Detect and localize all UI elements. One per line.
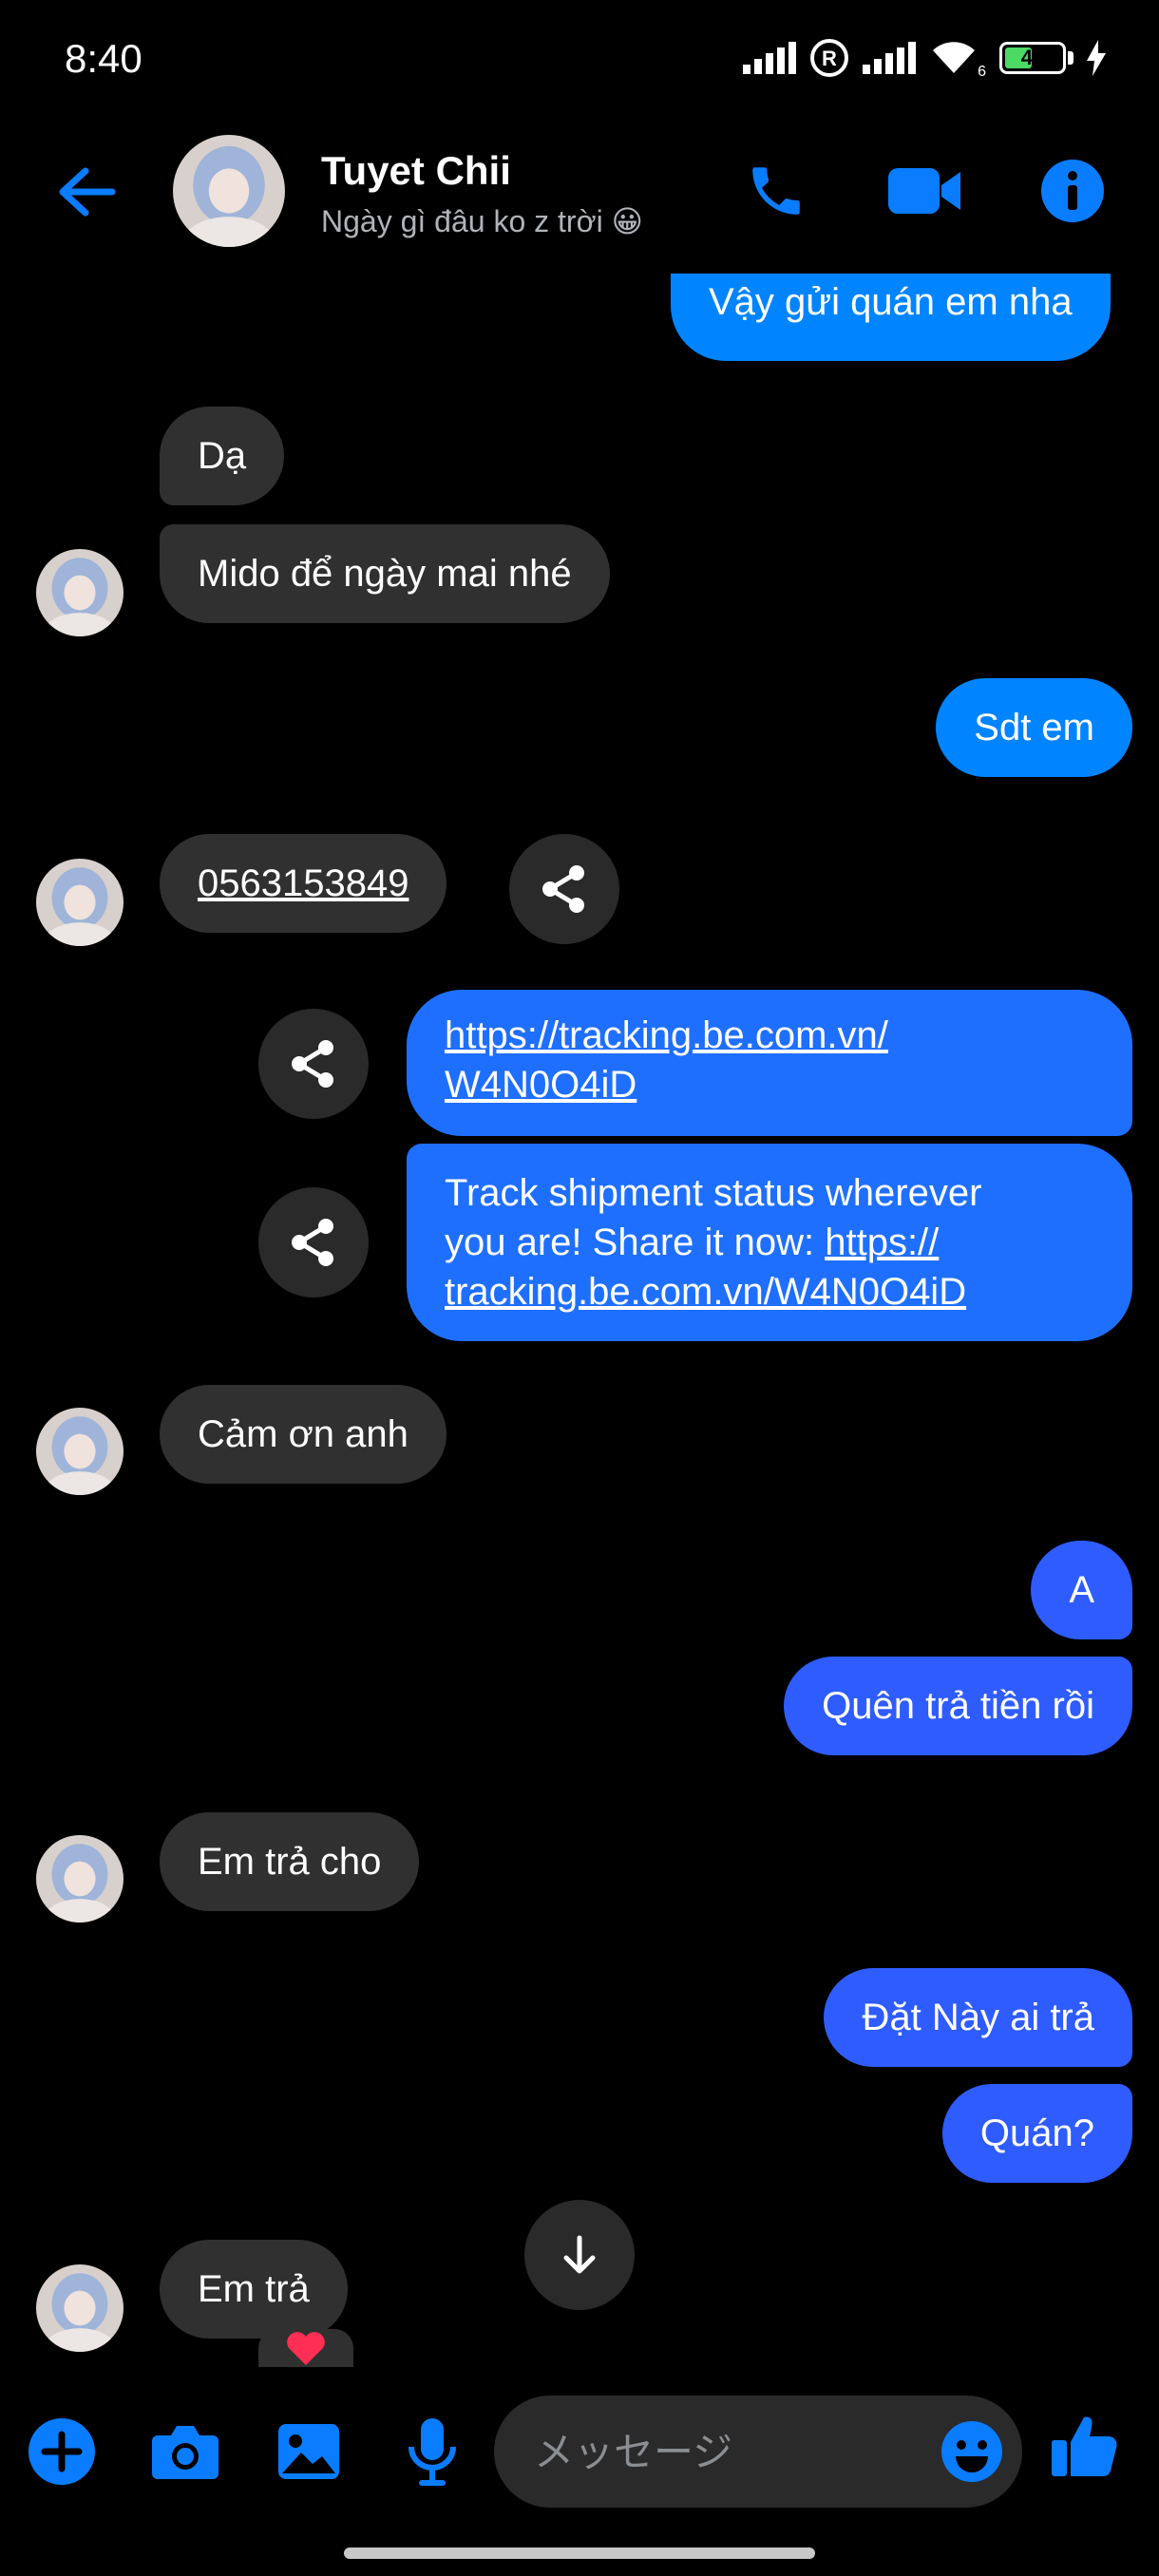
wifi-icon: 6 bbox=[929, 39, 986, 80]
phone-icon bbox=[752, 167, 800, 215]
info-icon bbox=[1041, 160, 1104, 222]
share-icon bbox=[292, 1219, 333, 1266]
share-icon bbox=[292, 1040, 333, 1088]
signal-icon bbox=[743, 42, 796, 74]
message-bubble-incoming[interactable]: Em trả cho bbox=[160, 1812, 420, 1911]
sender-avatar[interactable] bbox=[36, 549, 124, 636]
message-bubble-outgoing[interactable]: Sdt em bbox=[936, 678, 1132, 777]
status-time: 8:40 bbox=[65, 36, 142, 81]
gallery-button[interactable] bbox=[266, 2409, 352, 2494]
plus-icon bbox=[28, 2418, 95, 2485]
tracking-link-cont[interactable]: tracking.be.com.vn/W4N0O4iD bbox=[445, 1267, 1094, 1316]
contact-status: Ngày gì đâu ko z trời 😀 bbox=[321, 204, 643, 238]
signal-icon-2 bbox=[863, 42, 916, 74]
info-button[interactable] bbox=[1030, 148, 1115, 234]
like-button[interactable] bbox=[1041, 2403, 1127, 2489]
back-button[interactable] bbox=[48, 154, 124, 230]
message-bubble-outgoing[interactable]: https://tracking.be.com.vn/ W4N0O4iD bbox=[407, 990, 1132, 1136]
back-arrow-icon bbox=[59, 167, 116, 217]
charging-icon bbox=[1087, 40, 1106, 76]
contact-avatar[interactable] bbox=[173, 135, 285, 247]
message-bubble-incoming[interactable]: Dạ bbox=[160, 407, 285, 505]
message-bubble-outgoing[interactable]: Đặt Này ai trả bbox=[824, 1968, 1132, 2067]
status-icons: R 6 46 bbox=[743, 38, 1106, 80]
emoji-button[interactable] bbox=[929, 2409, 1015, 2494]
svg-text:R: R bbox=[822, 47, 837, 70]
message-bubble-incoming[interactable]: Em trả bbox=[160, 2240, 348, 2339]
arrow-down-icon bbox=[563, 2235, 596, 2274]
thumbs-up-icon bbox=[1052, 2416, 1117, 2476]
message-bubble-outgoing[interactable]: Quán? bbox=[941, 2084, 1132, 2183]
share-button[interactable] bbox=[258, 1187, 369, 1297]
share-button[interactable] bbox=[509, 834, 619, 944]
share-button[interactable] bbox=[258, 1009, 369, 1119]
emoji-icon bbox=[941, 2421, 1002, 2482]
scroll-to-bottom-button[interactable] bbox=[524, 2200, 635, 2310]
roaming-icon: R bbox=[810, 39, 848, 77]
message-bubble-outgoing[interactable]: A bbox=[1031, 1541, 1132, 1639]
message-bubble-incoming[interactable]: Mido để ngày mai nhé bbox=[160, 524, 610, 623]
tracking-link[interactable]: https://tracking.be.com.vn/ bbox=[445, 1011, 1094, 1060]
battery-icon: 46 bbox=[999, 42, 1066, 74]
voice-message-button[interactable] bbox=[390, 2409, 475, 2494]
video-call-button[interactable] bbox=[882, 148, 967, 234]
video-camera-icon bbox=[888, 168, 960, 214]
tracking-link[interactable]: https:// bbox=[825, 1222, 939, 1263]
reaction-badge[interactable] bbox=[258, 2329, 353, 2367]
battery-cap bbox=[1068, 51, 1074, 65]
microphone-icon bbox=[408, 2418, 456, 2486]
message-bubble-outgoing[interactable]: Vậy gửi quán em nha bbox=[671, 274, 1111, 361]
camera-button[interactable] bbox=[142, 2409, 228, 2494]
voice-call-button[interactable] bbox=[733, 148, 819, 234]
message-input[interactable] bbox=[532, 2427, 918, 2476]
sender-avatar[interactable] bbox=[36, 1408, 124, 1495]
contact-name: Tuyet Chii bbox=[321, 148, 511, 193]
camera-icon bbox=[152, 2426, 218, 2479]
message-bubble-incoming[interactable]: Cảm ơn anh bbox=[160, 1385, 446, 1484]
home-indicator[interactable] bbox=[344, 2548, 815, 2559]
message-line: you are! Share it now: bbox=[445, 1222, 826, 1263]
sender-avatar[interactable] bbox=[36, 2264, 124, 2352]
wifi-label: 6 bbox=[978, 64, 986, 80]
phone-number-link[interactable]: 0563153849 bbox=[160, 834, 447, 933]
heart-icon bbox=[287, 2332, 325, 2365]
sender-avatar[interactable] bbox=[36, 1835, 124, 1923]
tracking-link-cont[interactable]: W4N0O4iD bbox=[445, 1060, 1094, 1109]
more-actions-button[interactable] bbox=[19, 2409, 104, 2494]
image-icon bbox=[278, 2424, 339, 2479]
message-bubble-outgoing[interactable]: Track shipment status wherever you are! … bbox=[407, 1144, 1132, 1341]
battery-level: 46 bbox=[1020, 46, 1045, 69]
share-icon bbox=[542, 865, 584, 913]
sender-avatar[interactable] bbox=[36, 859, 124, 946]
message-bubble-outgoing[interactable]: Quên trả tiền rồi bbox=[784, 1657, 1132, 1755]
message-line: Track shipment status wherever bbox=[445, 1172, 982, 1214]
